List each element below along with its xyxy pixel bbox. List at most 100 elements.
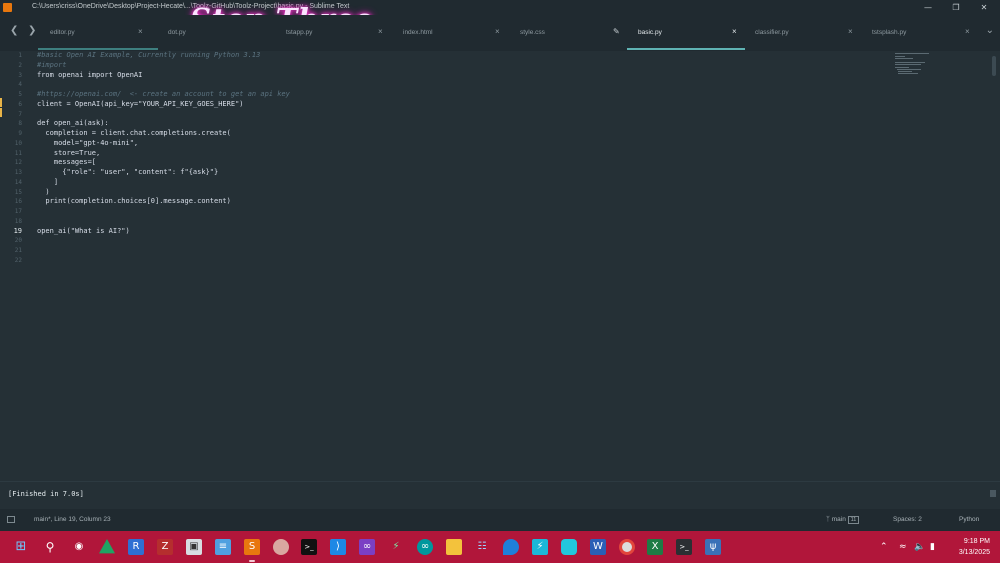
code-line: 9 completion = client.chat.completions.c… — [0, 129, 880, 139]
app-icon[interactable] — [561, 539, 577, 555]
close-icon[interactable]: × — [848, 27, 853, 36]
tab-divider — [38, 48, 158, 50]
code-text: print(completion.choices[0].message.cont… — [37, 197, 231, 206]
active-tab-indicator — [627, 48, 745, 50]
minimap-line — [897, 69, 921, 70]
line-number: 15 — [14, 188, 22, 196]
line-number: 2 — [18, 61, 22, 69]
search-icon[interactable]: ⚲ — [42, 539, 58, 555]
wifi-icon[interactable]: ≈ — [899, 542, 907, 552]
git-branch[interactable]: ᛉ main 11 — [826, 516, 860, 524]
google-drive-icon[interactable] — [99, 539, 115, 554]
minimap-line — [898, 71, 912, 72]
close-icon[interactable]: × — [965, 27, 970, 36]
tab-basic-py[interactable]: basic.py × — [638, 23, 746, 43]
code-line: 8 def open_ai(ask): — [0, 119, 880, 129]
copilot-icon[interactable]: ◉ — [71, 539, 87, 555]
notepad-icon[interactable]: ≡ — [215, 539, 231, 555]
line-number: 12 — [14, 159, 22, 167]
code-text: #import — [37, 60, 67, 69]
code-text: #https://openai.com/ <- create an accoun… — [37, 90, 290, 98]
python-icon[interactable]: ψ — [705, 539, 721, 555]
system-clock[interactable]: 9:18 PM 3/13/2025 — [959, 536, 990, 558]
file-explorer-icon[interactable] — [446, 539, 462, 555]
tab-classifier-py[interactable]: classifier.py × — [755, 23, 867, 43]
network-icon[interactable]: ☷ — [474, 539, 490, 555]
code-text: ] — [37, 177, 59, 186]
tab-tstapp-py[interactable]: tstapp.py × — [286, 23, 398, 43]
code-editor[interactable]: 1 #basic Open AI Example, Currently runn… — [0, 51, 1000, 481]
syntax-selector[interactable]: Python — [959, 516, 979, 523]
scrollbar[interactable] — [992, 56, 996, 76]
electron-icon[interactable]: ⚡ — [532, 539, 548, 555]
terminal-icon[interactable]: >_ — [301, 539, 317, 555]
minimap-line — [895, 58, 913, 59]
chrome-icon[interactable] — [619, 539, 635, 555]
volume-icon[interactable]: 🔈 — [914, 542, 925, 552]
code-line: 14 ] — [0, 178, 880, 188]
line-number: 5 — [18, 91, 22, 98]
close-icon[interactable]: × — [495, 27, 500, 36]
contact-icon[interactable] — [273, 539, 289, 555]
command-prompt-icon[interactable]: >_ — [676, 539, 692, 555]
code-line: 12 messages=[ — [0, 158, 880, 168]
code-text: open_ai("What is AI?") — [37, 226, 130, 235]
panel-toggle-icon[interactable] — [7, 516, 15, 523]
sublime-text-icon[interactable]: S — [244, 539, 260, 555]
minimize-button[interactable]: — — [914, 0, 942, 15]
build-output-panel: [Finished in 7.0s] — [0, 481, 1000, 509]
code-line: 22 — [0, 256, 880, 266]
tab-editor-py[interactable]: editor.py — [50, 23, 162, 43]
chevron-down-icon[interactable]: ⌄ — [986, 25, 994, 36]
minimap[interactable] — [895, 51, 935, 81]
close-button[interactable]: ✕ — [970, 0, 998, 15]
sourcetree-icon[interactable]: ⚡ — [388, 539, 404, 555]
chevron-left-icon[interactable]: ❮ — [10, 25, 18, 36]
line-number: 3 — [18, 71, 22, 79]
line-number: 4 — [18, 81, 22, 89]
code-line: 4 — [0, 80, 880, 90]
code-text: model="gpt-4o-mini", — [37, 138, 139, 147]
chevron-up-icon[interactable]: ⌃ — [880, 542, 888, 552]
visual-studio-icon[interactable]: ∞ — [359, 539, 375, 555]
tab-tstsplash-py[interactable]: tstsplash.py × — [872, 23, 984, 43]
remote-desktop-icon[interactable]: ▣ — [186, 539, 202, 555]
maximize-button[interactable]: ❐ — [942, 0, 970, 15]
code-line: 11 store=True, — [0, 149, 880, 159]
tab-index-html[interactable]: index.html × — [403, 23, 515, 43]
excel-icon[interactable]: X — [647, 539, 663, 555]
close-icon[interactable]: × — [732, 27, 737, 36]
line-number: 7 — [18, 110, 22, 118]
tab-label: classifier.py — [755, 29, 789, 36]
chevron-right-icon[interactable]: ❯ — [28, 25, 36, 36]
word-icon[interactable]: W — [590, 539, 606, 555]
code-text: client = OpenAI(api_key="YOUR_API_KEY_GO… — [37, 99, 244, 108]
line-number: 9 — [18, 130, 22, 137]
arduino-icon[interactable]: ∞ — [417, 539, 433, 555]
line-number: 10 — [14, 139, 22, 147]
windows-start-icon[interactable]: ⊞ — [13, 539, 29, 555]
indentation-setting[interactable]: Spaces: 2 — [893, 516, 922, 523]
tab-style-css[interactable]: style.css ✎ — [520, 23, 632, 43]
close-icon[interactable]: × — [138, 27, 143, 36]
vscode-icon[interactable]: ⟩ — [330, 539, 346, 555]
output-scrollbar[interactable] — [990, 490, 996, 497]
code-line: 13 {"role": "user", "content": f"{ask}"} — [0, 168, 880, 178]
active-app-indicator — [249, 560, 255, 562]
build-output-text: [Finished in 7.0s] — [8, 490, 84, 498]
filezilla-icon[interactable]: Z — [157, 539, 173, 555]
code-line: 6 client = OpenAI(api_key="YOUR_API_KEY_… — [0, 99, 880, 117]
status-bar: main*, Line 19, Column 23 ᛉ main 11 Spac… — [0, 509, 1000, 531]
line-number: 20 — [14, 237, 22, 245]
close-icon[interactable]: × — [378, 27, 383, 36]
code-line-current: 19 open_ai("What is AI?") — [0, 227, 880, 237]
code-line: 16 print(completion.choices[0].message.c… — [0, 197, 880, 207]
reader-icon[interactable]: R — [128, 539, 144, 555]
tab-label: style.css — [520, 29, 545, 36]
edge-icon[interactable] — [503, 539, 519, 555]
taskbar: ⊞ ⚲ ◉ R Z ▣ ≡ S >_ ⟩ ∞ ⚡ ∞ ☷ ⚡ W X >_ ψ … — [0, 531, 1000, 563]
line-number: 19 — [13, 226, 22, 235]
battery-icon[interactable]: ▮ — [930, 542, 935, 552]
tab-dot-py[interactable]: dot.py × — [138, 23, 280, 43]
clock-date: 3/13/2025 — [958, 549, 990, 556]
